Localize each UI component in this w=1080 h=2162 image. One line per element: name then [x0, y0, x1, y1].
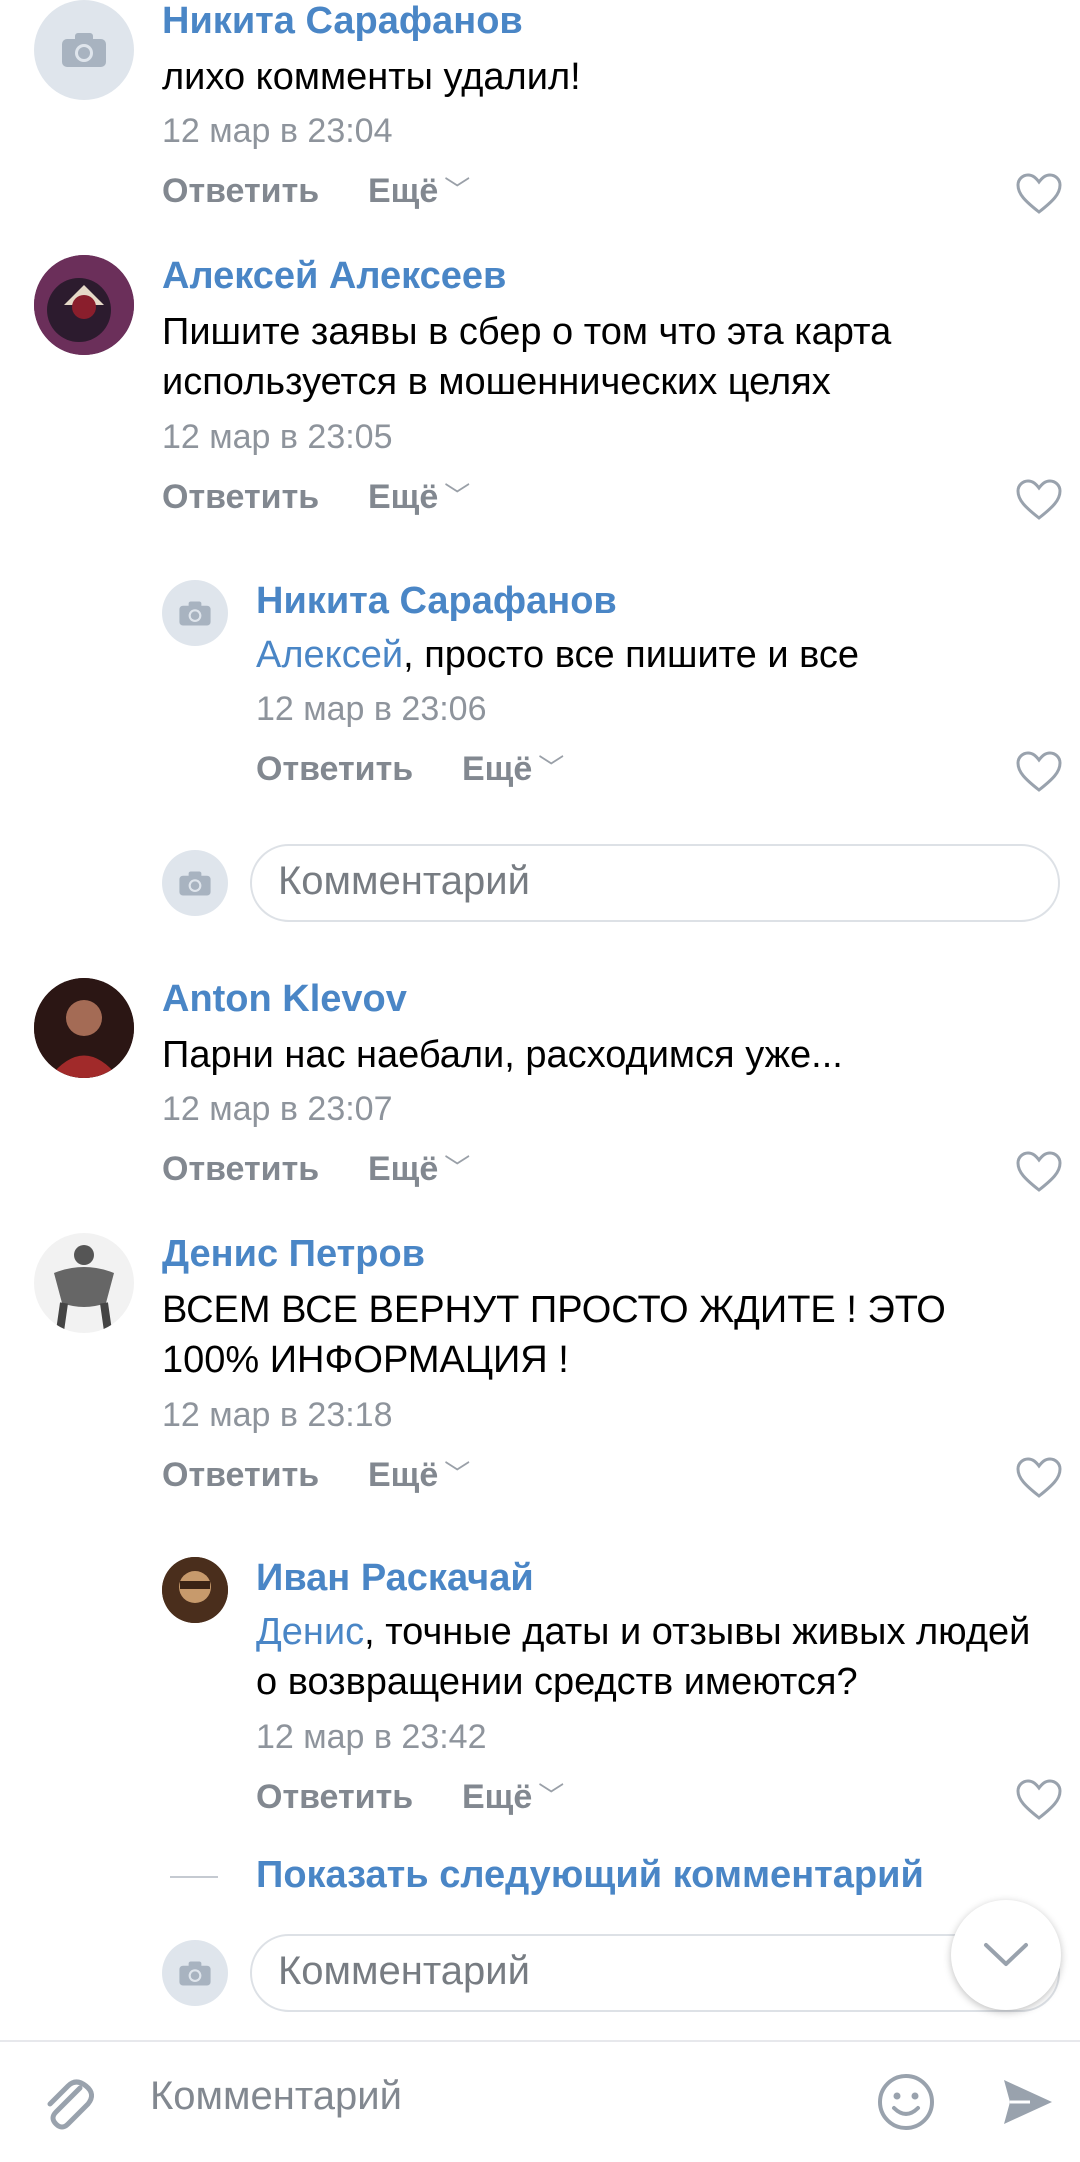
scroll-down-button[interactable]: [951, 1900, 1061, 2010]
show-next-comment-link[interactable]: Показать следующий комментарий: [256, 1854, 924, 1897]
emoji-icon[interactable]: [876, 2072, 936, 2132]
camera-icon: [179, 600, 211, 626]
more-label: Ещё: [368, 478, 439, 516]
heart-icon[interactable]: [1015, 1778, 1063, 1822]
author-name[interactable]: Anton Klevov: [162, 978, 407, 1021]
heart-icon[interactable]: [1015, 1456, 1063, 1500]
comment-text: Пишите заявы в сбер о том что эта карта …: [162, 311, 892, 403]
comment-date: 12 мар в 23:07: [162, 1090, 393, 1128]
more-button[interactable]: Ещё ﹀: [462, 750, 564, 789]
avatar: [162, 850, 228, 916]
reply-button[interactable]: Ответить: [162, 478, 319, 517]
more-label: Ещё: [368, 1456, 439, 1494]
chevron-down-icon: ﹀: [444, 1153, 471, 1183]
comment-date: 12 мар в 23:18: [162, 1396, 393, 1434]
avatar[interactable]: [162, 1557, 228, 1623]
comment-date: 12 мар в 23:06: [256, 690, 487, 728]
heart-icon[interactable]: [1015, 172, 1063, 216]
comment-text: ВСЕМ ВСЕ ВЕРНУТ ПРОСТО ЖДИТЕ ! ЭТО 100% …: [162, 1289, 946, 1381]
chevron-down-icon: ﹀: [444, 481, 471, 511]
heart-icon[interactable]: [1015, 478, 1063, 522]
reply-text: , точные даты и отзывы живых людей о воз…: [256, 1611, 1031, 1703]
more-button[interactable]: Ещё ﹀: [368, 478, 470, 517]
user-photo-image: [162, 1557, 228, 1623]
comment-date: 12 мар в 23:42: [256, 1718, 487, 1756]
divider: [170, 1876, 218, 1878]
bottom-comment-bar: Комментарий: [0, 2040, 1080, 2162]
reply-button[interactable]: Ответить: [256, 1778, 413, 1817]
comment-text: Парни нас наебали, расходимся уже...: [162, 1034, 843, 1076]
reply-button[interactable]: Ответить: [162, 172, 319, 211]
user-photo-image: [34, 978, 134, 1078]
more-button[interactable]: Ещё ﹀: [368, 1150, 470, 1189]
paperclip-icon[interactable]: [40, 2074, 96, 2134]
more-label: Ещё: [462, 750, 533, 788]
comment-date: 12 мар в 23:04: [162, 112, 393, 150]
avatar[interactable]: [34, 255, 134, 355]
mention-link[interactable]: Алексей: [256, 634, 403, 676]
more-button[interactable]: Ещё ﹀: [462, 1778, 564, 1817]
comment-text: лихо комменты удалил!: [162, 56, 581, 98]
comment-text: Алексей, просто все пишите и все: [256, 630, 1036, 680]
mention-link[interactable]: Денис: [256, 1611, 364, 1653]
reply-button[interactable]: Ответить: [162, 1150, 319, 1189]
reply-text: , просто все пишите и все: [403, 634, 860, 676]
author-name[interactable]: Денис Петров: [162, 1233, 425, 1276]
heart-icon[interactable]: [1015, 1150, 1063, 1194]
chevron-down-icon: ﹀: [444, 1459, 471, 1489]
more-button[interactable]: Ещё ﹀: [368, 172, 470, 211]
avatar: [162, 1940, 228, 2006]
more-label: Ещё: [368, 172, 439, 210]
comment-input-placeholder[interactable]: Комментарий: [150, 2074, 402, 2119]
chevron-down-icon: [984, 1943, 1028, 1966]
avatar[interactable]: [162, 580, 228, 646]
camera-icon: [62, 33, 106, 67]
send-icon[interactable]: [1000, 2074, 1056, 2130]
author-name[interactable]: Никита Сарафанов: [256, 580, 617, 623]
chevron-down-icon: ﹀: [538, 1781, 565, 1811]
heart-icon[interactable]: [1015, 750, 1063, 794]
chevron-down-icon: ﹀: [444, 175, 471, 205]
comment-text: Денис, точные даты и отзывы живых людей …: [256, 1607, 1046, 1707]
avatar[interactable]: [34, 1233, 134, 1333]
reply-button[interactable]: Ответить: [162, 1456, 319, 1495]
muscleman-avatar-image: [34, 1233, 134, 1333]
comment-placeholder: Комментарий: [278, 1949, 530, 1993]
author-name[interactable]: Алексей Алексеев: [162, 255, 506, 298]
chevron-down-icon: ﹀: [538, 753, 565, 783]
more-label: Ещё: [368, 1150, 439, 1188]
more-button[interactable]: Ещё ﹀: [368, 1456, 470, 1495]
author-name[interactable]: Никита Сарафанов: [162, 0, 523, 43]
more-label: Ещё: [462, 1778, 533, 1816]
comment-placeholder: Комментарий: [278, 859, 530, 903]
comment-date: 12 мар в 23:05: [162, 418, 393, 456]
camera-icon: [179, 1960, 211, 1986]
reply-button[interactable]: Ответить: [256, 750, 413, 789]
thread-comment-input[interactable]: Комментарий: [250, 1934, 1060, 2012]
camera-icon: [179, 870, 211, 896]
author-name[interactable]: Иван Раскачай: [256, 1557, 534, 1600]
thread-comment-input[interactable]: Комментарий: [250, 844, 1060, 922]
shark-avatar-image: [34, 255, 134, 355]
avatar[interactable]: [34, 0, 134, 100]
avatar[interactable]: [34, 978, 134, 1078]
